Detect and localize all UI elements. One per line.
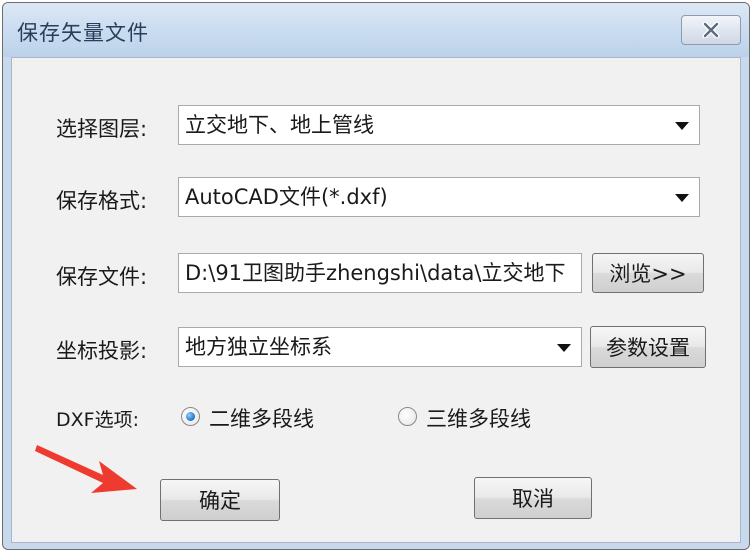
close-icon [702,22,720,38]
close-button[interactable] [681,15,741,45]
projection-label: 坐标投影: [56,339,148,363]
browse-button[interactable]: 浏览>> [592,253,704,293]
file-label: 保存文件: [56,265,148,289]
dialog-title: 保存矢量文件 [17,21,149,45]
projection-select-value: 地方独立坐标系 [185,335,332,359]
radio-3d-polyline-label[interactable]: 三维多段线 [426,403,531,433]
projection-select[interactable]: 地方独立坐标系 [178,327,582,367]
chevron-down-icon [557,344,571,352]
save-vector-file-dialog: 保存矢量文件 选择图层: 立交地下、地上管线 保存格式: AutoCAD文件(*… [2,2,750,550]
cancel-button[interactable]: 取消 [474,477,592,519]
annotation-arrow-icon [35,445,137,493]
file-path-value: D:\91卫图助手zhengshi\data\立交地下 [185,261,566,285]
layer-label: 选择图层: [56,117,148,141]
chevron-down-icon [675,194,689,202]
file-path-input[interactable]: D:\91卫图助手zhengshi\data\立交地下 [178,253,582,293]
ok-button[interactable]: 确定 [160,479,280,521]
format-label: 保存格式: [56,189,148,213]
chevron-down-icon [675,122,689,130]
layer-select-value: 立交地下、地上管线 [185,113,374,137]
format-select[interactable]: AutoCAD文件(*.dxf) [178,177,700,217]
dxf-options-label: DXF选项: [56,409,139,431]
radio-2d-polyline-label[interactable]: 二维多段线 [209,403,314,433]
radio-selected-dot [186,412,195,421]
radio-2d-polyline[interactable] [181,407,200,426]
title-bar[interactable]: 保存矢量文件 [3,3,749,57]
layer-select[interactable]: 立交地下、地上管线 [178,105,700,145]
format-select-value: AutoCAD文件(*.dxf) [185,185,388,209]
radio-3d-polyline[interactable] [398,407,417,426]
parameter-settings-button[interactable]: 参数设置 [590,326,706,368]
